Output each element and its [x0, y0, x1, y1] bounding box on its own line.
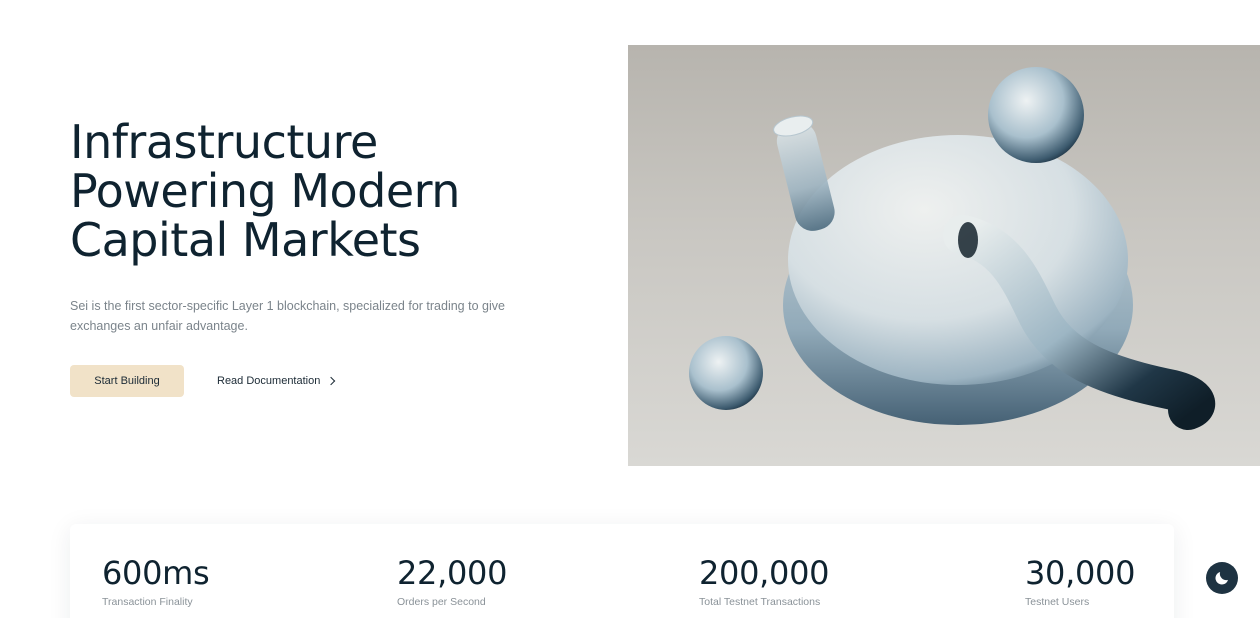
moon-icon [1215, 572, 1228, 585]
hero-title-line-1: Infrastructure [70, 115, 378, 169]
chevron-right-icon [327, 376, 336, 386]
stat-total-testnet-transactions: 200,000 Total Testnet Transactions [699, 554, 830, 608]
hero-title-line-2: Powering Modern [70, 164, 460, 218]
hero-title: Infrastructure Powering Modern Capital M… [70, 118, 590, 265]
page: Infrastructure Powering Modern Capital M… [0, 0, 1260, 618]
stat-value: 200,000 [699, 554, 830, 592]
stat-label: Total Testnet Transactions [699, 596, 821, 608]
hero-title-line-3: Capital Markets [70, 213, 421, 267]
stat-value: 30,000 [1025, 554, 1136, 592]
hero-image [628, 45, 1260, 466]
stat-value: 22,000 [397, 554, 508, 592]
stat-label: Testnet Users [1025, 596, 1090, 608]
stat-label: Orders per Second [397, 596, 486, 608]
start-building-button[interactable]: Start Building [70, 365, 184, 397]
read-documentation-label: Read Documentation [217, 375, 321, 387]
stat-transaction-finality: 600ms Transaction Finality [102, 554, 210, 608]
stat-label: Transaction Finality [102, 596, 193, 608]
read-documentation-link[interactable]: Read Documentation [217, 365, 336, 397]
theme-toggle-button[interactable] [1206, 562, 1238, 594]
stats-panel: 600ms Transaction Finality 22,000 Orders… [70, 524, 1174, 618]
stat-value: 600ms [102, 554, 210, 592]
hero-description: Sei is the first sector-specific Layer 1… [70, 299, 505, 333]
stat-orders-per-second: 22,000 Orders per Second [397, 554, 507, 608]
abstract-3d-glass-shapes-icon [689, 67, 1215, 430]
stat-testnet-users: 30,000 Testnet Users [1025, 554, 1135, 608]
